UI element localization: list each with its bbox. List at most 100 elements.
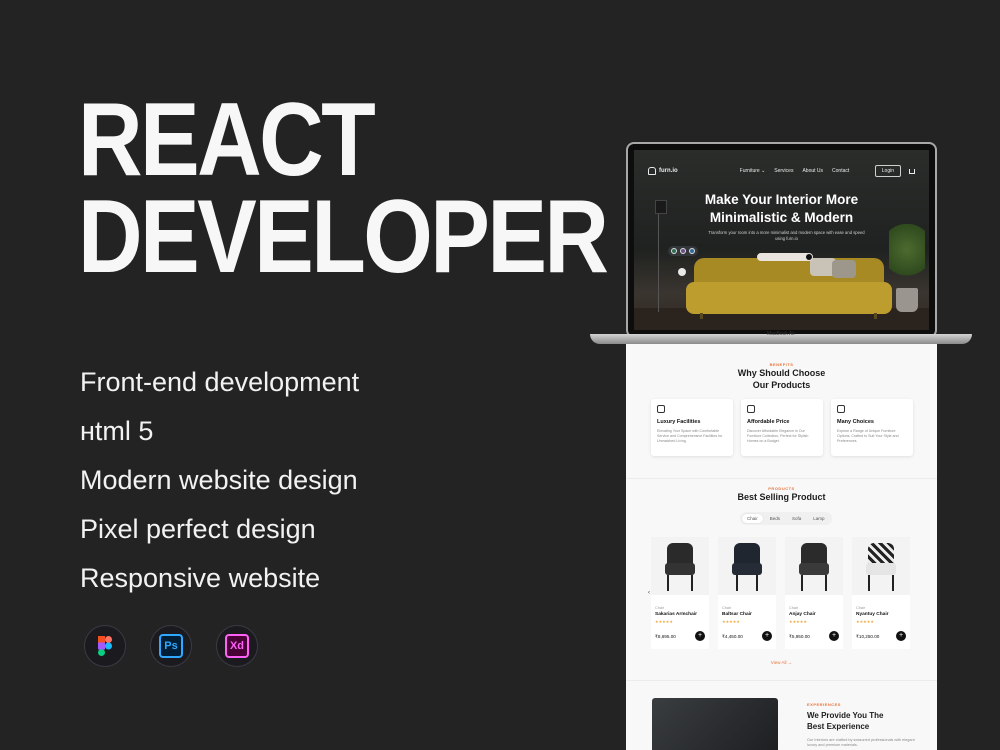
section-divider <box>626 478 937 479</box>
photoshop-icon: Ps <box>150 625 192 667</box>
hotspot-dot[interactable] <box>678 268 686 276</box>
product-image <box>651 537 709 595</box>
feature-item: Pixel perfect design <box>80 514 316 544</box>
benefit-card-title: Luxury Facilities <box>657 419 701 425</box>
benefit-card-title: Many Choices <box>837 419 874 425</box>
benefit-cards: Luxury Facilities Elevating Your Space w… <box>651 399 913 456</box>
website-preview: BENEFITS Why Should Choose Our Products … <box>626 344 937 750</box>
chair-seat <box>665 563 695 575</box>
swatch-blue[interactable] <box>689 248 695 254</box>
nav-link-contact[interactable]: Contact <box>832 168 849 174</box>
hero-subtitle: Transform your room into a more minimali… <box>708 230 865 241</box>
experience-image <box>652 698 778 750</box>
product-rating: ★★★★★ <box>789 619 807 624</box>
sofa-leg <box>700 313 703 319</box>
chair-leg <box>868 575 870 591</box>
product-image <box>785 537 843 595</box>
benefit-card-desc: Explore a Range of Unique Furniture Opti… <box>837 429 899 443</box>
chair-leg <box>801 575 803 591</box>
feature-item: нtml 5 <box>80 416 154 446</box>
sofa-seat <box>686 282 892 314</box>
nav-link-about[interactable]: About Us <box>802 168 823 174</box>
tab-lamp[interactable]: Lamp <box>808 514 829 523</box>
site-logo[interactable]: furn.io <box>648 167 678 175</box>
product-price: ₹5,950.00 <box>789 634 810 639</box>
tab-beds[interactable]: Beds <box>765 514 785 523</box>
chair-seat <box>732 563 762 575</box>
product-card[interactable]: Chair Sakarias Armchair ★★★★★ ₹8,695.00 … <box>651 537 709 649</box>
experience-title: We Provide You The Best Experience <box>807 710 907 732</box>
product-name: Nyantuy Chair <box>856 612 889 617</box>
benefit-card: Affordable Price Discover Affordable Ele… <box>741 399 823 456</box>
choices-icon <box>837 405 845 413</box>
chair-leg <box>691 575 693 591</box>
hero-title-line-1: Make Your Interior More <box>704 192 859 207</box>
product-name: Sakarias Armchair <box>655 612 697 617</box>
product-filter-tabs: Chair Beds Sofa Lamp <box>740 512 832 525</box>
add-to-cart-button[interactable]: + <box>695 631 705 641</box>
laptop-base: MacBook Air <box>590 331 972 344</box>
experience-title-line-1: We Provide You The <box>807 711 884 720</box>
product-card[interactable]: Chair Baltsar Chair ★★★★★ ₹4,450.00 + <box>718 537 776 649</box>
product-category: Chair <box>722 606 732 610</box>
product-rating: ★★★★★ <box>655 619 673 624</box>
photoshop-label: Ps <box>159 634 183 658</box>
hero-title-line-2: Minimalistic & Modern <box>709 210 854 225</box>
benefits-title-line-2: Our Products <box>752 380 811 390</box>
chair-leg <box>892 575 894 591</box>
benefit-card: Luxury Facilities Elevating Your Space w… <box>651 399 733 456</box>
product-rating: ★★★★★ <box>722 619 740 624</box>
nav-link-services[interactable]: Services <box>774 168 793 174</box>
tab-chair[interactable]: Chair <box>742 514 763 523</box>
add-to-cart-button[interactable]: + <box>829 631 839 641</box>
product-card[interactable]: Chair Nyantuy Chair ★★★★★ ₹10,250.00 + <box>852 537 910 649</box>
product-category: Chair <box>789 606 799 610</box>
site-logo-text: furn.io <box>659 168 678 174</box>
section-divider <box>626 680 937 681</box>
experience-eyebrow: EXPERIENCES <box>807 702 841 707</box>
product-price: ₹4,450.00 <box>722 634 743 639</box>
chair-seat <box>866 563 896 575</box>
laptop-screen: furn.io Furniture ⌄ Services About Us Co… <box>634 150 929 330</box>
adobe-xd-icon: Xd <box>216 625 258 667</box>
tab-sofa[interactable]: Sofa <box>787 514 806 523</box>
nav-link-furniture[interactable]: Furniture ⌄ <box>740 168 766 174</box>
products-title: Best Selling Product <box>737 492 826 502</box>
chair-logo-icon <box>648 167 656 175</box>
laptop-mockup: furn.io Furniture ⌄ Services About Us Co… <box>626 142 937 338</box>
cart-icon[interactable] <box>909 168 915 174</box>
swatch-green[interactable] <box>671 248 677 254</box>
benefit-card-title: Affordable Price <box>747 419 790 425</box>
add-to-cart-button[interactable]: + <box>762 631 772 641</box>
price-tag-icon <box>747 405 755 413</box>
products-section: PRODUCTS Best Selling Product <box>626 486 937 503</box>
view-all-link[interactable]: View All → <box>626 660 937 665</box>
benefit-card-desc: Elevating Your Space with Comfortable Se… <box>657 429 723 443</box>
product-list: Chair Sakarias Armchair ★★★★★ ₹8,695.00 … <box>651 537 910 649</box>
hero-search-input[interactable] <box>757 253 813 261</box>
search-icon[interactable] <box>806 254 812 260</box>
swatch-purple[interactable] <box>680 248 686 254</box>
feature-item: Responsive website <box>80 563 321 593</box>
tool-icons: Ps Xd <box>84 625 258 667</box>
chair-leg <box>667 575 669 591</box>
site-nav: furn.io Furniture ⌄ Services About Us Co… <box>648 164 915 178</box>
benefit-card: Many Choices Explore a Range of Unique F… <box>831 399 913 456</box>
product-name: Anjay Chair <box>789 612 816 617</box>
experience-desc: Our Interiors are crafted by seasoned pr… <box>807 738 915 747</box>
luxury-icon <box>657 405 665 413</box>
laptop-model-label: MacBook Air <box>766 331 796 337</box>
product-card[interactable]: Chair Anjay Chair ★★★★★ ₹5,950.00 + <box>785 537 843 649</box>
carousel-prev-icon[interactable]: ‹ <box>648 590 650 596</box>
benefits-title: Why Should Choose Our Products <box>626 367 937 391</box>
chair-leg <box>825 575 827 591</box>
color-swatches <box>668 246 698 256</box>
plant-pot <box>896 288 918 312</box>
login-button[interactable]: Login <box>874 165 901 177</box>
experience-title-line-2: Best Experience <box>807 722 870 731</box>
chair-seat <box>799 563 829 575</box>
plant-image <box>889 224 925 288</box>
product-rating: ★★★★★ <box>856 619 874 624</box>
headline-line-2: DEVELOPER <box>78 178 609 295</box>
add-to-cart-button[interactable]: + <box>896 631 906 641</box>
